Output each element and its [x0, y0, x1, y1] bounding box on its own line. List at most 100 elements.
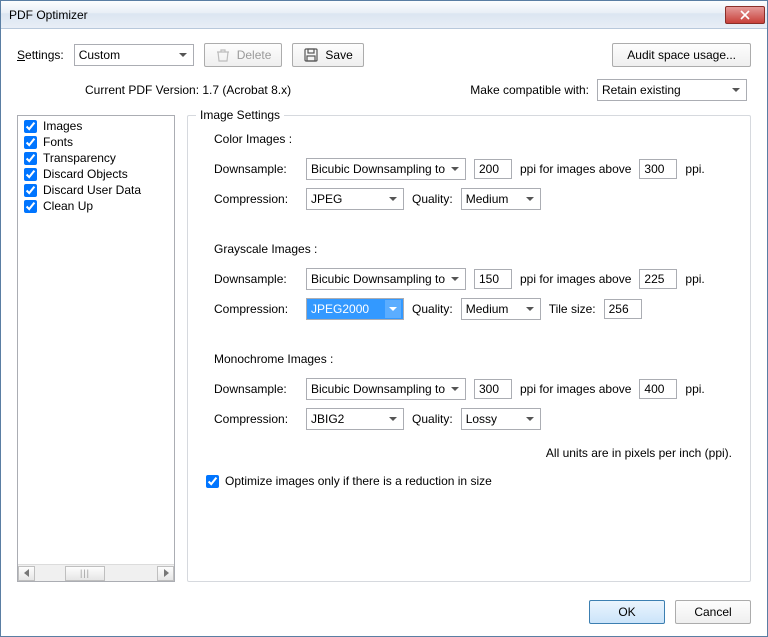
sidebar-item-fonts[interactable]: Fonts	[20, 134, 172, 150]
toolbar-row: Settings: Custom Delete Save Audit space…	[17, 43, 751, 67]
quality-label: Quality:	[412, 192, 453, 206]
gray-tilesize-input[interactable]	[604, 299, 642, 319]
titlebar: PDF Optimizer	[1, 1, 767, 29]
mono-ppi-above-input[interactable]	[639, 379, 677, 399]
compat-label: Make compatible with:	[470, 83, 589, 97]
ppi-unit: ppi.	[685, 162, 704, 176]
gray-downsample-select[interactable]: Bicubic Downsampling to	[306, 268, 466, 290]
sidebar-check-transparency[interactable]	[24, 152, 37, 165]
ppi-unit: ppi.	[685, 272, 704, 286]
above-label: ppi for images above	[520, 272, 631, 286]
quality-label: Quality:	[412, 412, 453, 426]
gray-compression-select[interactable]: JPEG2000	[306, 298, 404, 320]
tilesize-label: Tile size:	[549, 302, 596, 316]
scroll-left-button[interactable]	[18, 566, 35, 581]
current-version-text: Current PDF Version: 1.7 (Acrobat 8.x)	[85, 83, 291, 97]
category-list: Images Fonts Transparency Discard Object…	[17, 115, 175, 582]
mono-quality-select[interactable]: Lossy	[461, 408, 541, 430]
chevron-down-icon	[728, 81, 744, 99]
compression-label: Compression:	[214, 192, 298, 206]
color-quality-select[interactable]: Medium	[461, 188, 541, 210]
color-ppi-above-input[interactable]	[639, 159, 677, 179]
ok-button[interactable]: OK	[589, 600, 665, 624]
sidebar-item-clean-up[interactable]: Clean Up	[20, 198, 172, 214]
sidebar-item-label: Discard Objects	[43, 167, 128, 181]
cancel-label: Cancel	[694, 605, 731, 619]
main-area: Images Fonts Transparency Discard Object…	[17, 115, 751, 582]
settings-value: Custom	[79, 48, 173, 62]
compat-value: Retain existing	[602, 83, 726, 97]
window-title: PDF Optimizer	[9, 8, 725, 22]
mono-ppi-input[interactable]	[474, 379, 512, 399]
mono-downsample-select[interactable]: Bicubic Downsampling to	[306, 378, 466, 400]
chevron-down-icon	[447, 160, 463, 178]
sidebar-item-discard-objects[interactable]: Discard Objects	[20, 166, 172, 182]
color-compression-select[interactable]: JPEG	[306, 188, 404, 210]
sidebar-item-label: Fonts	[43, 135, 73, 149]
pdf-optimizer-window: PDF Optimizer Settings: Custom Delete Sa…	[0, 0, 768, 637]
chevron-down-icon	[522, 190, 538, 208]
cancel-button[interactable]: Cancel	[675, 600, 751, 624]
sidebar-item-label: Discard User Data	[43, 183, 141, 197]
compat-select[interactable]: Retain existing	[597, 79, 747, 101]
sidebar-check-images[interactable]	[24, 120, 37, 133]
scroll-thumb[interactable]: |||	[65, 566, 105, 581]
mono-compression-row: Compression: JBIG2 Quality: Lossy	[214, 408, 736, 430]
compression-label: Compression:	[214, 302, 298, 316]
color-downsample-select[interactable]: Bicubic Downsampling to	[306, 158, 466, 180]
category-list-items: Images Fonts Transparency Discard Object…	[18, 116, 174, 564]
content-area: Settings: Custom Delete Save Audit space…	[1, 29, 767, 636]
chevron-down-icon	[522, 300, 538, 318]
optimize-only-row[interactable]: Optimize images only if there is a reduc…	[206, 474, 736, 488]
trash-icon	[215, 47, 231, 63]
mono-compression-select[interactable]: JBIG2	[306, 408, 404, 430]
group-title: Image Settings	[196, 108, 284, 122]
scroll-right-button[interactable]	[157, 566, 174, 581]
chevron-down-icon	[385, 190, 401, 208]
sidebar-check-clean-up[interactable]	[24, 200, 37, 213]
sidebar-check-discard-objects[interactable]	[24, 168, 37, 181]
scroll-track[interactable]: |||	[35, 566, 157, 581]
downsample-label: Downsample:	[214, 162, 298, 176]
dialog-footer: OK Cancel	[17, 582, 751, 624]
optimize-only-label: Optimize images only if there is a reduc…	[225, 474, 492, 488]
audit-label: Audit space usage...	[627, 48, 736, 62]
sidebar-item-label: Images	[43, 119, 82, 133]
gray-ppi-above-input[interactable]	[639, 269, 677, 289]
downsample-label: Downsample:	[214, 272, 298, 286]
audit-button[interactable]: Audit space usage...	[612, 43, 751, 67]
ppi-unit: ppi.	[685, 382, 704, 396]
color-downsample-row: Downsample: Bicubic Downsampling to ppi …	[214, 158, 736, 180]
chevron-down-icon	[522, 410, 538, 428]
quality-label: Quality:	[412, 302, 453, 316]
gray-quality-select[interactable]: Medium	[461, 298, 541, 320]
sidebar-check-discard-user-data[interactable]	[24, 184, 37, 197]
gray-ppi-input[interactable]	[474, 269, 512, 289]
chevron-down-icon	[385, 410, 401, 428]
settings-select[interactable]: Custom	[74, 44, 194, 66]
chevron-down-icon	[447, 380, 463, 398]
sidebar-item-transparency[interactable]: Transparency	[20, 150, 172, 166]
downsample-label: Downsample:	[214, 382, 298, 396]
chevron-down-icon	[385, 300, 401, 318]
sidebar-check-fonts[interactable]	[24, 136, 37, 149]
sidebar-h-scrollbar[interactable]: |||	[18, 564, 174, 581]
color-compression-row: Compression: JPEG Quality: Medium	[214, 188, 736, 210]
above-label: ppi for images above	[520, 162, 631, 176]
mono-heading: Monochrome Images :	[214, 352, 736, 366]
color-heading: Color Images :	[214, 132, 736, 146]
save-button[interactable]: Save	[292, 43, 363, 67]
sidebar-item-label: Transparency	[43, 151, 116, 165]
info-row: Current PDF Version: 1.7 (Acrobat 8.x) M…	[17, 79, 751, 115]
sidebar-item-discard-user-data[interactable]: Discard User Data	[20, 182, 172, 198]
close-button[interactable]	[725, 6, 765, 24]
gray-compression-row: Compression: JPEG2000 Quality: Medium Ti…	[214, 298, 736, 320]
sidebar-item-label: Clean Up	[43, 199, 93, 213]
color-ppi-input[interactable]	[474, 159, 512, 179]
optimize-only-checkbox[interactable]	[206, 475, 219, 488]
units-note: All units are in pixels per inch (ppi).	[202, 446, 732, 460]
sidebar-item-images[interactable]: Images	[20, 118, 172, 134]
mono-downsample-row: Downsample: Bicubic Downsampling to ppi …	[214, 378, 736, 400]
close-icon	[740, 10, 750, 20]
save-label: Save	[325, 48, 352, 62]
